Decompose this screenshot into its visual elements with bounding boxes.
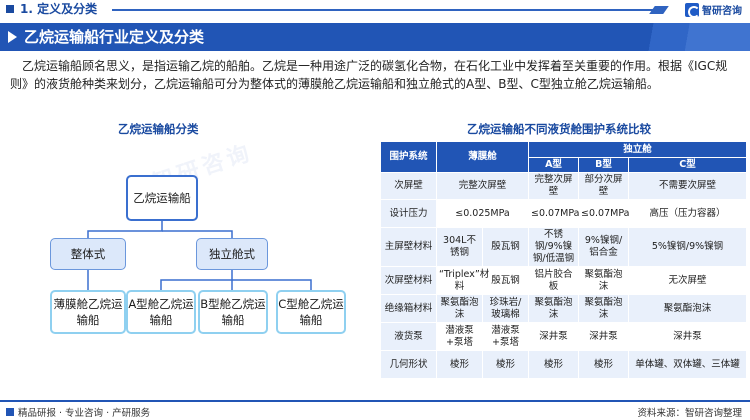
table-title: 乙烷运输船不同液货舱围护系统比较 xyxy=(467,122,651,136)
table-cell: 聚氨酯泡沫 xyxy=(528,294,580,323)
top-header: 1. 定义及分类 智研咨询 xyxy=(0,0,750,20)
section-heading: 1. 定义及分类 xyxy=(20,2,98,16)
table-cell: 潜液泵+泵塔 xyxy=(436,322,483,351)
row-label: 液货泵 xyxy=(380,322,437,351)
diagram-root: 乙烷运输船 xyxy=(126,175,198,221)
description-paragraph: 乙烷运输船顾名思义，是指运输乙烷的船舶。乙烷是一种用途广泛的碳氢化合物，在石化工… xyxy=(10,59,728,91)
table-cell: 5%镍钢/9%镍钢 xyxy=(628,227,748,267)
table-cell: 9%镍钢/铝合金 xyxy=(578,227,630,267)
table-cell: 聚氨酯泡沫 xyxy=(436,294,483,323)
table-cell: 部分次屏壁 xyxy=(578,172,630,200)
table-cell: 深井泵 xyxy=(528,322,580,351)
diagram-leaf-type-c: C型舱乙烷运输船 xyxy=(276,290,346,334)
row-label: 绝缘箱材料 xyxy=(380,294,437,323)
table-cell: 潜液泵+泵塔 xyxy=(481,322,530,351)
table-cell: 高压（压力容器） xyxy=(628,199,748,228)
title-arrow-icon xyxy=(8,31,17,43)
row-label: 次屏壁材料 xyxy=(380,266,437,295)
table-cell: 深井泵 xyxy=(578,322,630,351)
footer-source: 资料来源：智研咨询整理 xyxy=(637,408,742,419)
diagram-group-integral: 整体式 xyxy=(50,238,126,270)
comparison-table: 围护系统 薄膜舱 独立舱 A型 B型 C型 次屏壁 完整次屏壁 完整次屏壁 部分… xyxy=(380,141,748,379)
table-cell: ≤0.07MPa xyxy=(578,199,629,228)
table-row: 次屏壁 完整次屏壁 完整次屏壁 部分次屏壁 不需要次屏壁 xyxy=(380,172,748,200)
row-label: 设计压力 xyxy=(380,199,437,228)
header-rule-end xyxy=(649,6,669,14)
diagram-group-independent: 独立舱式 xyxy=(196,238,268,270)
header-cell: 围护系统 xyxy=(380,141,437,173)
diagram-leaf-type-b: B型舱乙烷运输船 xyxy=(198,290,268,334)
diagram-leaf-type-a: A型舱乙烷运输船 xyxy=(126,290,196,334)
header-cell: 薄膜舱 xyxy=(435,141,530,173)
table-cell: 不需要次屏壁 xyxy=(628,172,748,200)
section-marker-icon xyxy=(6,5,14,13)
table-row: 绝缘箱材料 聚氨酯泡沫 珍珠岩/玻璃棉 聚氨酯泡沫 聚氨酯泡沫 聚氨酯泡沫 xyxy=(380,294,748,323)
table-row: 主屏壁材料 304L不锈钢 殷瓦钢 不锈钢/9%镍钢/低温钢 9%镍钢/铝合金 … xyxy=(380,227,748,267)
header-cell: A型 xyxy=(528,157,580,173)
header-cell: B型 xyxy=(578,157,630,173)
footer-slogan-text: 精品研报 · 专业咨询 · 产研服务 xyxy=(18,408,151,419)
table-cell: 完整次屏壁 xyxy=(435,172,530,200)
table-cell: 棱形 xyxy=(481,350,530,379)
table-cell: 单体罐、双体罐、三体罐 xyxy=(628,350,748,379)
table-cell: 不锈钢/9%镍钢/低温钢 xyxy=(528,227,580,267)
title-decoration xyxy=(610,23,750,51)
footer-slogan: 精品研报 · 专业咨询 · 产研服务 xyxy=(6,405,150,419)
table-cell: “Triplex”材料 xyxy=(436,266,489,295)
table-row: 几何形状 棱形 棱形 棱形 棱形 单体罐、双体罐、三体罐 xyxy=(380,350,748,379)
table-row: 液货泵 潜液泵+泵塔 潜液泵+泵塔 深井泵 深井泵 深井泵 xyxy=(380,322,748,351)
table-cell: 深井泵 xyxy=(628,322,748,351)
table-cell: 聚氨酯泡沫 xyxy=(578,294,630,323)
brand: 智研咨询 xyxy=(685,2,742,18)
table-cell: ≤0.025MPa xyxy=(435,199,530,228)
page-title: 乙烷运输船行业定义及分类 xyxy=(24,28,205,46)
header-cell: 独立舱 xyxy=(528,141,748,158)
header-rule xyxy=(112,9,660,11)
diagram-leaf-membrane: 薄膜舱乙烷运输船 xyxy=(50,290,126,334)
footer: 精品研报 · 专业咨询 · 产研服务 资料来源：智研咨询整理 xyxy=(0,400,750,420)
connector-root-integral xyxy=(87,221,163,238)
table-cell: 棱形 xyxy=(528,350,580,379)
table-cell: 完整次屏壁 xyxy=(528,172,580,200)
connector-independent-a xyxy=(160,270,233,290)
row-label: 次屏壁 xyxy=(380,172,437,200)
table-cell: ≤0.07MPa xyxy=(528,199,579,228)
table-cell: 棱形 xyxy=(578,350,630,379)
table-cell: 棱形 xyxy=(436,350,483,379)
table-cell: 铝片胶合板 xyxy=(528,266,580,295)
table-row: 次屏壁材料 “Triplex”材料 殷瓦钢 铝片胶合板 聚氨酯泡沫 无次屏壁 xyxy=(380,266,748,295)
row-label: 几何形状 xyxy=(380,350,437,379)
table-cell: 殷瓦钢 xyxy=(481,227,530,267)
connector-independent-c xyxy=(232,279,312,290)
table-cell: 聚氨酯泡沫 xyxy=(628,294,748,323)
brand-logo-icon xyxy=(685,2,700,18)
title-band: 乙烷运输船行业定义及分类 xyxy=(0,23,750,51)
diagram-title: 乙烷运输船分类 xyxy=(118,122,199,136)
footer-marker-icon xyxy=(6,408,14,416)
table-cell: 无次屏壁 xyxy=(628,266,748,295)
brand-name: 智研咨询 xyxy=(702,6,742,17)
table-cell: 304L不锈钢 xyxy=(436,227,483,267)
table-cell: 聚氨酯泡沫 xyxy=(578,266,630,295)
row-label: 主屏壁材料 xyxy=(380,227,437,267)
header-cell: C型 xyxy=(628,157,748,173)
table-cell: 珍珠岩/玻璃棉 xyxy=(481,294,530,323)
table-row: 设计压力 ≤0.025MPa ≤0.07MPa ≤0.07MPa 高压（压力容器… xyxy=(380,199,748,228)
connector-root-independent xyxy=(162,230,233,238)
table-cell: 殷瓦钢 xyxy=(481,266,530,295)
